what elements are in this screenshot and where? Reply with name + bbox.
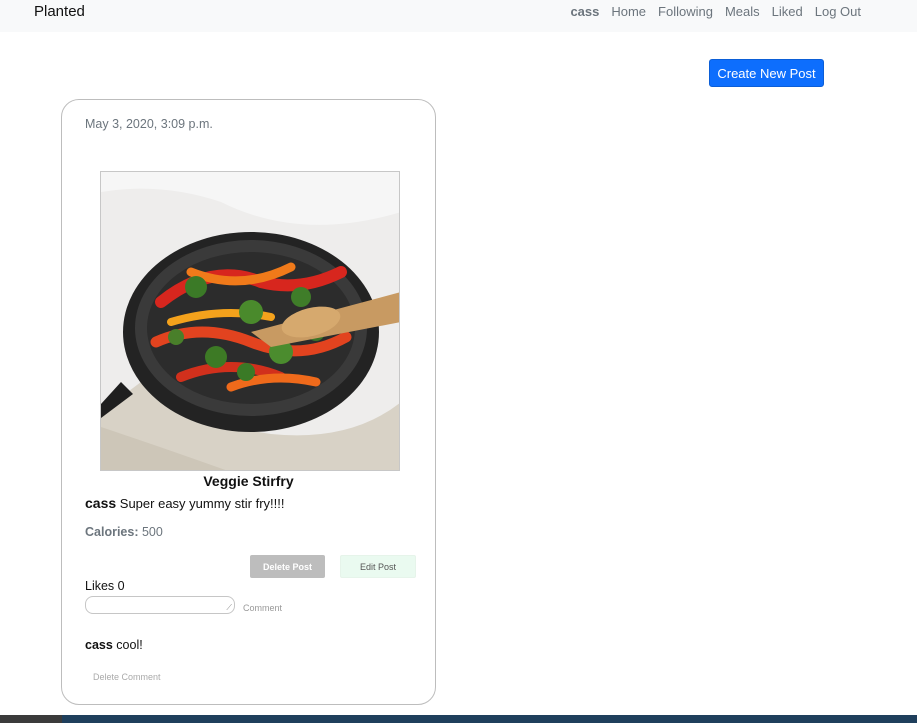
top-navbar: Planted cass Home Following Meals Liked … [0,0,917,32]
skillet-photo-icon [101,172,399,470]
nav-user-link[interactable]: cass [570,4,599,19]
nav-links: cass Home Following Meals Liked Log Out [570,4,861,19]
post-caption: cass Super easy yummy stir fry!!!! [85,495,284,511]
edit-post-button[interactable]: Edit Post [340,555,416,578]
comment-input[interactable]: ⟋ [85,596,235,614]
brand-link[interactable]: Planted [34,3,85,20]
comment-item: cass cool! [85,638,143,652]
comment-button[interactable]: Comment [243,603,282,613]
caption-text: Super easy yummy stir fry!!!! [119,496,285,511]
comment-body: cool! [116,638,143,652]
bottom-status-strip [0,715,917,723]
comment-author[interactable]: cass [85,638,113,652]
post-card: May 3, 2020, 3:09 p.m. Veggie Stirfry ca… [61,99,436,705]
meal-photo [100,171,400,471]
calories-label: Calories: [85,525,139,539]
nav-link-meals[interactable]: Meals [725,4,760,19]
nav-link-logout[interactable]: Log Out [815,4,861,19]
post-timestamp: May 3, 2020, 3:09 p.m. [85,117,213,131]
calories-value: 500 [141,525,163,539]
meal-title: Veggie Stirfry [203,473,294,489]
delete-post-button[interactable]: Delete Post [250,555,325,578]
nav-link-following[interactable]: Following [658,4,713,19]
create-new-post-button[interactable]: Create New Post [709,59,824,87]
nav-link-liked[interactable]: Liked [772,4,803,19]
nav-link-home[interactable]: Home [611,4,646,19]
resize-grip-icon[interactable]: ⟋ [226,604,232,612]
likes-count[interactable]: Likes 0 [85,579,125,593]
calories-info: Calories: 500 [85,525,163,539]
post-author[interactable]: cass [85,495,116,511]
delete-comment-button[interactable]: Delete Comment [93,672,161,682]
status-strip-left [0,715,62,723]
